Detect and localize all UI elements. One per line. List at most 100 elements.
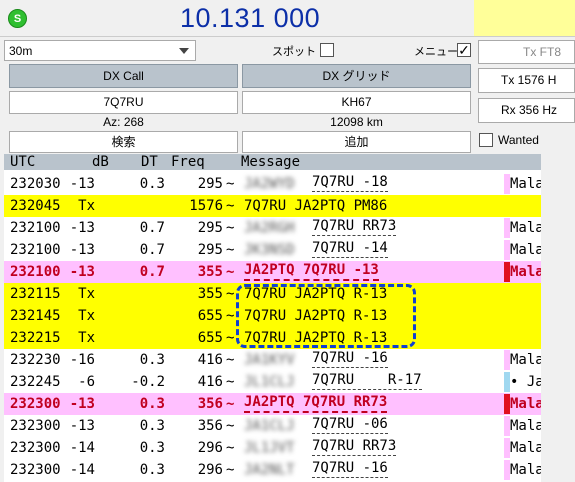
message-cell: 7Q7RU -16 bbox=[312, 350, 388, 368]
utc-cell: 232215 bbox=[10, 330, 61, 346]
db-cell: Tx bbox=[78, 198, 95, 214]
dx-grid-input[interactable]: KH67 bbox=[242, 91, 471, 114]
db-cell: -13 bbox=[69, 176, 95, 192]
divider bbox=[0, 36, 575, 37]
redacted-callsign: JA2NLT bbox=[244, 462, 295, 478]
db-cell: Tx bbox=[78, 308, 95, 324]
dt-cell: 0.3 bbox=[139, 352, 165, 368]
country-cell: Malawi bbox=[510, 220, 541, 236]
highlight-annotation-box bbox=[236, 284, 416, 348]
band-select[interactable]: 30m bbox=[4, 40, 196, 61]
dial-frequency-display: 10.131 000 bbox=[180, 3, 321, 33]
message-cell: JA2PTQ 7Q7RU -13 bbox=[244, 261, 379, 281]
separator-cell: ~ bbox=[226, 352, 235, 368]
country-cell: Malawi bbox=[510, 440, 541, 456]
table-header: UTC dB DT Freq Message bbox=[4, 154, 541, 171]
dt-cell: 0.3 bbox=[139, 396, 165, 412]
col-utc: UTC bbox=[10, 154, 36, 170]
country-cell: • Japan bbox=[510, 374, 541, 390]
freq-cell: 355 bbox=[197, 264, 223, 280]
table-row[interactable]: 232030 -13 0.3 295~ JA2WYD 7Q7RU -18 Malawi bbox=[4, 173, 541, 195]
wanted-checkbox[interactable] bbox=[479, 133, 493, 147]
separator-cell: ~ bbox=[226, 176, 235, 192]
menu-checkbox[interactable]: ✓ bbox=[457, 43, 471, 57]
dt-cell: 0.3 bbox=[139, 176, 165, 192]
table-row[interactable]: 232300 -13 0.3 356~ JA2PTQ 7Q7RU RR73 Malawi bbox=[4, 393, 541, 415]
message-cell: 7Q7RU -14 bbox=[312, 240, 388, 258]
dx-call-input[interactable]: 7Q7RU bbox=[9, 91, 238, 114]
dt-cell: 0.7 bbox=[139, 220, 165, 236]
db-cell: -6 bbox=[78, 374, 95, 390]
message-cell: 7Q7RU RR73 bbox=[312, 438, 397, 456]
table-row[interactable]: 232100 -13 0.7 295~ JK3NSD 7Q7RU -14 Malawi bbox=[4, 239, 541, 261]
utc-cell: 232300 bbox=[10, 418, 61, 434]
table-row[interactable]: 232100 -13 0.7 355~ JA2PTQ 7Q7RU -13 Malawi bbox=[4, 261, 541, 283]
db-cell: -13 bbox=[69, 264, 95, 280]
message-cell: 7Q7RU JA2PTQ PM86 bbox=[244, 198, 388, 214]
freq-cell: 296 bbox=[197, 440, 223, 456]
message-cell: 7Q7RU -06 bbox=[312, 416, 388, 434]
table-row[interactable]: 232045 Tx 1576 ~7Q7RU JA2PTQ PM86 bbox=[4, 195, 541, 217]
redacted-callsign: JA2RGH bbox=[244, 220, 295, 236]
utc-cell: 232300 bbox=[10, 462, 61, 478]
table-row[interactable]: 232230 -16 0.3 416~ JA1KYV 7Q7RU -16 Malawi bbox=[4, 349, 541, 371]
distance-readout: 12098 km bbox=[330, 115, 383, 129]
add-button[interactable]: 追加 bbox=[242, 131, 471, 153]
freq-cell: 296 bbox=[197, 462, 223, 478]
redacted-callsign: JA1CLJ bbox=[244, 418, 295, 434]
search-button[interactable]: 検索 bbox=[9, 131, 238, 153]
utc-cell: 232030 bbox=[10, 176, 61, 192]
freq-cell: 655 bbox=[197, 330, 223, 346]
separator-cell: ~ bbox=[226, 308, 235, 324]
separator-cell: ~ bbox=[226, 374, 235, 390]
country-cell: Malawi bbox=[510, 352, 541, 368]
utc-cell: 232115 bbox=[10, 286, 61, 302]
spot-label: スポット bbox=[272, 46, 316, 58]
dt-cell: 0.7 bbox=[139, 264, 165, 280]
freq-cell: 355 bbox=[197, 286, 223, 302]
freq-cell: 356 bbox=[197, 418, 223, 434]
rx-frequency-field[interactable]: Rx 356 Hz bbox=[478, 98, 575, 123]
table-row[interactable]: 232300 -14 0.3 296~ JL1JVT 7Q7RU RR73 Malawi bbox=[4, 437, 541, 459]
db-cell: -14 bbox=[69, 462, 95, 478]
separator-cell: ~ bbox=[226, 396, 235, 412]
tx-frequency-field[interactable]: Tx 1576 H bbox=[478, 68, 575, 93]
dx-grid-header: DX グリッド bbox=[242, 64, 471, 88]
azimuth-readout: Az: 268 bbox=[103, 115, 144, 129]
message-cell: 7Q7RU -16 bbox=[312, 460, 388, 478]
freq-cell: 416 bbox=[197, 374, 223, 390]
message-cell: JA2PTQ 7Q7RU RR73 bbox=[244, 393, 388, 413]
spot-checkbox[interactable] bbox=[320, 43, 334, 57]
dt-cell: 0.3 bbox=[139, 462, 165, 478]
utc-cell: 232230 bbox=[10, 352, 61, 368]
dt-cell: 0.3 bbox=[139, 440, 165, 456]
db-cell: -14 bbox=[69, 440, 95, 456]
redacted-callsign: JL1JVT bbox=[244, 440, 295, 456]
freq-cell: 1576 bbox=[189, 198, 223, 214]
db-cell: -13 bbox=[69, 220, 95, 236]
table-row[interactable]: 232300 -14 0.3 296~ JA2NLT 7Q7RU -16 Malawi bbox=[4, 459, 541, 481]
db-cell: -13 bbox=[69, 396, 95, 412]
redacted-callsign: JL1CLJ bbox=[244, 374, 295, 390]
utc-cell: 232100 bbox=[10, 242, 61, 258]
country-cell: Malawi bbox=[510, 176, 541, 192]
dt-cell: 0.3 bbox=[139, 418, 165, 434]
table-row[interactable]: 232300 -13 0.3 356~ JA1CLJ 7Q7RU -06 Malawi bbox=[4, 415, 541, 437]
separator-cell: ~ bbox=[226, 440, 235, 456]
freq-cell: 295 bbox=[197, 220, 223, 236]
separator-cell: ~ bbox=[226, 418, 235, 434]
col-message: Message bbox=[241, 154, 301, 170]
table-row[interactable]: 232100 -13 0.7 295~ JA2RGH 7Q7RU RR73 Malawi bbox=[4, 217, 541, 239]
db-cell: -13 bbox=[69, 418, 95, 434]
message-cell: 7Q7RU RR73 bbox=[312, 218, 397, 236]
freq-cell: 655 bbox=[197, 308, 223, 324]
col-db: dB bbox=[92, 154, 109, 170]
freq-cell: 295 bbox=[197, 242, 223, 258]
redacted-callsign: JA1KYV bbox=[244, 352, 295, 368]
dt-cell: -0.2 bbox=[131, 374, 165, 390]
utc-cell: 232245 bbox=[10, 374, 61, 390]
tx-mode-button[interactable]: Tx FT8 bbox=[478, 40, 575, 64]
dx-call-header: DX Call bbox=[9, 64, 238, 88]
table-row[interactable]: 232245 -6 -0.2 416~ JL1CLJ 7Q7RU R-17 • Japan bbox=[4, 371, 541, 393]
utc-cell: 232100 bbox=[10, 264, 61, 280]
